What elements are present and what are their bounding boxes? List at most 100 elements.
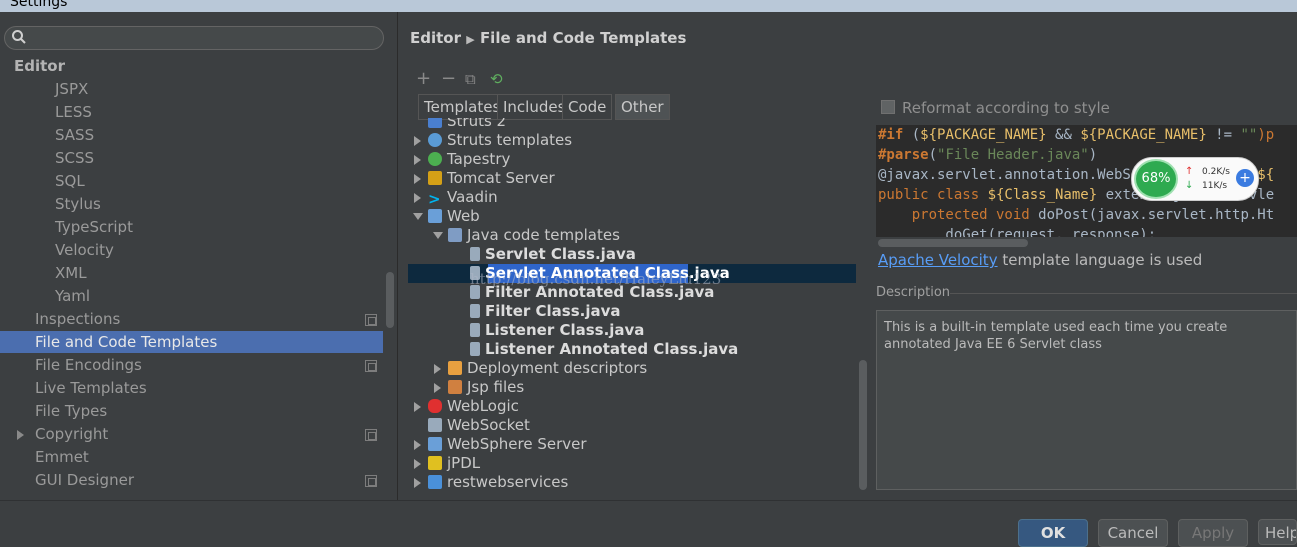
jpdl-icon [428, 456, 442, 470]
sidebar-item-velocity[interactable]: Velocity [55, 239, 114, 261]
cancel-button[interactable]: Cancel [1098, 519, 1168, 547]
sidebar-item-file-and-code-templates[interactable]: File and Code Templates [0, 331, 383, 353]
tree-item-tomcat[interactable]: Tomcat Server [428, 169, 555, 188]
tree-item-web[interactable]: Web [428, 207, 480, 226]
tree-item-restwebservices[interactable]: restwebservices [428, 473, 568, 492]
sidebar-item-emmet[interactable]: Emmet [35, 446, 89, 468]
sidebar-item-xml[interactable]: XML [55, 262, 87, 284]
expand-arrow-icon[interactable] [414, 193, 421, 203]
tree-item-servlet-class[interactable]: Servlet Class.java [470, 245, 636, 264]
memory-percent: 68% [1134, 159, 1178, 199]
reformat-label: Reformat according to style [902, 99, 1110, 117]
add-icon[interactable]: + [416, 68, 431, 89]
collapse-arrow-icon[interactable] [413, 213, 423, 220]
tree-item-tapestry[interactable]: Tapestry [428, 150, 510, 169]
panel-divider[interactable] [397, 12, 398, 500]
tree-item-weblogic[interactable]: WebLogic [428, 397, 519, 416]
window-titlebar: Settings [0, 0, 1297, 12]
tree-item-websocket[interactable]: WebSocket [428, 416, 530, 435]
tree-item-struts2[interactable]: Struts 2 [428, 118, 506, 131]
ok-button[interactable]: OK [1018, 519, 1088, 547]
tree-item-listener-annotated-class[interactable]: Listener Annotated Class.java [470, 340, 738, 359]
breadcrumb-separator-icon: ▶ [466, 33, 475, 46]
sidebar-item-file-encodings[interactable]: File Encodings [35, 354, 142, 376]
description-label: Description [876, 285, 951, 300]
tab-includes[interactable]: Includes [497, 94, 572, 120]
network-speed-widget[interactable]: 68% ↑ ↓ 0.2K/s 11K/s + [1131, 157, 1259, 201]
project-scope-icon [365, 429, 377, 441]
weblogic-icon [428, 399, 442, 413]
checkbox-icon[interactable] [881, 100, 895, 114]
tree-scrollbar[interactable] [859, 360, 867, 490]
tree-item-vaadin[interactable]: > Vaadin [428, 188, 498, 208]
help-button[interactable]: Help [1258, 519, 1297, 545]
sidebar-item-file-types[interactable]: File Types [35, 400, 107, 422]
tree-item-jpdl[interactable]: jPDL [428, 454, 480, 473]
tree-item-struts-templates[interactable]: Struts templates [428, 131, 572, 150]
expand-arrow-icon[interactable] [414, 440, 421, 450]
sidebar-item-jspx[interactable]: JSPX [55, 78, 88, 100]
code-line: #if (${PACKAGE_NAME} && ${PACKAGE_NAME} … [878, 127, 1275, 143]
settings-sidebar: Editor JSPX LESS SASS SCSS SQL Stylus Ty… [0, 12, 397, 500]
sidebar-item-inspections[interactable]: Inspections [35, 308, 120, 330]
description-divider [950, 293, 1297, 294]
sidebar-item-stylus[interactable]: Stylus [55, 193, 101, 215]
code-line: #parse("File Header.java") [878, 147, 1098, 163]
java-file-icon [470, 304, 480, 318]
sidebar-header-editor[interactable]: Editor [14, 55, 65, 77]
template-tree-items: Struts 2 Struts templates Tapestry Tomca… [408, 118, 856, 496]
collapse-arrow-icon[interactable] [433, 232, 443, 239]
expand-arrow-icon[interactable] [17, 430, 24, 440]
gear-icon [428, 133, 442, 147]
expand-arrow-icon[interactable] [414, 459, 421, 469]
sidebar-item-yaml[interactable]: Yaml [55, 285, 90, 307]
expand-arrow-icon[interactable] [434, 364, 441, 374]
tree-item-filter-class[interactable]: Filter Class.java [470, 302, 620, 321]
tree-item-jsp-files[interactable]: Jsp files [448, 378, 524, 397]
copy-icon[interactable]: ⧉ [465, 70, 476, 88]
tab-other[interactable]: Other [615, 94, 670, 120]
tab-code[interactable]: Code [562, 94, 613, 120]
xml-file-icon [448, 361, 462, 375]
sidebar-item-sql[interactable]: SQL [55, 170, 85, 192]
reset-icon[interactable]: ⟲ [490, 70, 503, 88]
arrow-down-icon: ↓ [1185, 180, 1194, 191]
expand-arrow-icon[interactable] [434, 383, 441, 393]
tree-item-websphere[interactable]: WebSphere Server [428, 435, 587, 454]
sidebar-item-sass[interactable]: SASS [55, 124, 94, 146]
sidebar-item-live-templates[interactable]: Live Templates [35, 377, 147, 399]
project-scope-icon [365, 360, 377, 372]
expand-arrow-icon[interactable] [414, 174, 421, 184]
editor-horizontal-scrollbar[interactable] [876, 237, 1297, 249]
sidebar-scrollbar[interactable] [386, 272, 394, 328]
sidebar-item-copyright[interactable]: Copyright [35, 423, 108, 445]
window-title: Settings [10, 0, 68, 10]
sidebar-item-gui-designer[interactable]: GUI Designer [35, 469, 134, 491]
expand-arrow-icon[interactable] [414, 478, 421, 488]
remove-icon[interactable]: − [441, 68, 456, 89]
expand-arrow-icon[interactable] [414, 136, 421, 146]
tree-item-deployment-descriptors[interactable]: Deployment descriptors [448, 359, 647, 378]
search-input[interactable] [4, 26, 384, 50]
apply-button[interactable]: Apply [1178, 519, 1248, 547]
tree-item-listener-class[interactable]: Listener Class.java [470, 321, 644, 340]
tomcat-icon [428, 171, 442, 185]
apache-velocity-link[interactable]: Apache Velocity [878, 251, 998, 269]
sidebar-item-scss[interactable]: SCSS [55, 147, 94, 169]
download-speed: 11K/s [1202, 181, 1228, 191]
struts-icon [428, 118, 442, 128]
plus-icon[interactable]: + [1236, 169, 1254, 187]
sidebar-item-typescript[interactable]: TypeScript [55, 216, 133, 238]
project-scope-icon [365, 475, 377, 487]
expand-arrow-icon[interactable] [414, 402, 421, 412]
reformat-checkbox[interactable]: Reformat according to style [881, 99, 1110, 117]
search-icon [12, 30, 26, 44]
tab-templates[interactable]: Templates [418, 94, 507, 120]
expand-arrow-icon[interactable] [414, 155, 421, 165]
watermark: http://blog.csdn.net/HaleyLiu123 [470, 270, 722, 288]
tree-item-java-code-templates[interactable]: Java code templates [448, 226, 620, 245]
sidebar-item-less[interactable]: LESS [55, 101, 92, 123]
arrow-up-icon: ↑ [1185, 166, 1194, 177]
scrollbar-thumb[interactable] [878, 239, 1028, 247]
web-icon [428, 209, 442, 223]
